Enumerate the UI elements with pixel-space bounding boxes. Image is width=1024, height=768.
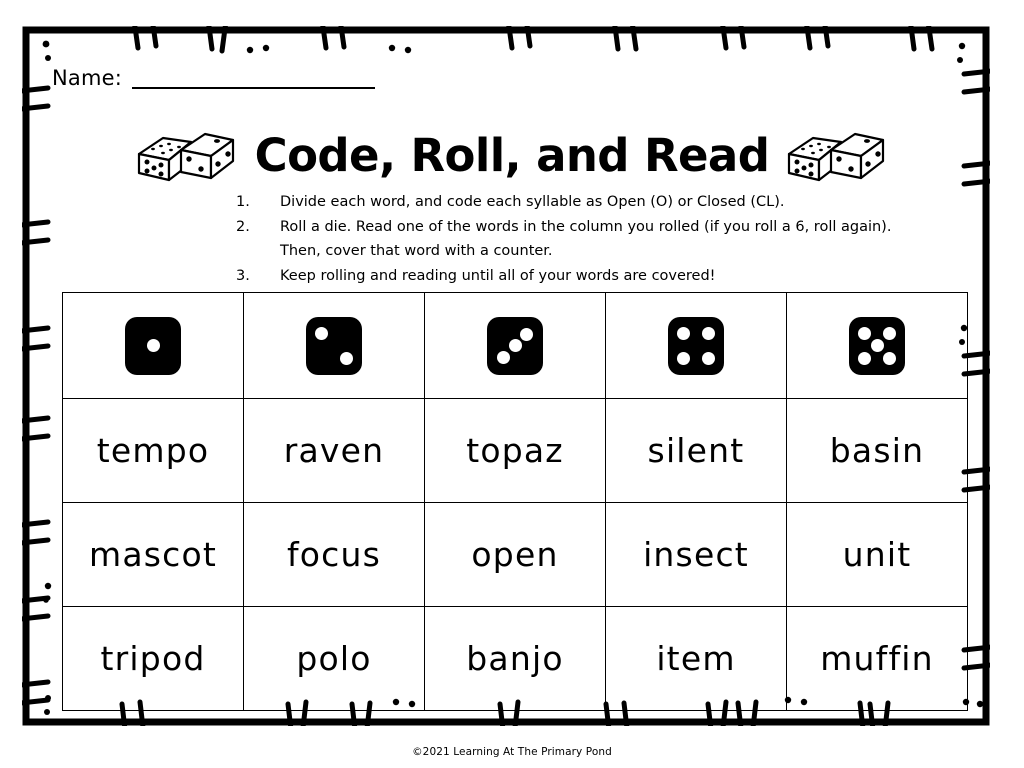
word-cell[interactable]: insect [605, 502, 787, 607]
pip [497, 350, 510, 364]
word-cell[interactable]: tempo [62, 398, 244, 503]
word-row: tripod polo banjo item muffin [62, 606, 968, 711]
word-cell[interactable]: polo [243, 606, 425, 711]
word-cell[interactable]: raven [243, 398, 425, 503]
word-cell[interactable]: unit [786, 502, 968, 607]
pip [508, 339, 522, 352]
die-showing-five-icon [849, 316, 905, 375]
pip [883, 351, 896, 365]
pip [677, 351, 690, 365]
instructions-list: 1. Divide each word, and code each sylla… [196, 191, 936, 291]
instruction-number: 2. [236, 219, 250, 236]
name-label: Name: [52, 66, 123, 90]
instruction-item: 1. Divide each word, and code each sylla… [236, 191, 936, 214]
word-row: tempo raven topaz silent basin [62, 398, 968, 503]
word-grid: tempo raven topaz silent basin mascot fo… [62, 292, 968, 711]
word-cell[interactable]: silent [605, 398, 787, 503]
dice-header-cell-5 [786, 292, 968, 399]
pip [146, 339, 160, 352]
pip [520, 327, 533, 341]
die-showing-one-icon [125, 316, 181, 375]
pip [702, 326, 715, 340]
pip [870, 339, 884, 352]
instruction-text: Roll a die. Read one of the words in the… [280, 219, 892, 259]
word-cell[interactable]: banjo [424, 606, 606, 711]
instruction-item: 2. Roll a die. Read one of the words in … [236, 216, 936, 263]
pip [858, 326, 871, 340]
pip [858, 351, 871, 365]
dice-header-row [62, 292, 968, 399]
pip [702, 351, 715, 365]
pip [340, 351, 353, 365]
dice-header-cell-4 [605, 292, 787, 399]
instruction-text: Keep rolling and reading until all of yo… [280, 268, 716, 285]
die-showing-three-icon [487, 316, 543, 375]
name-input-blank[interactable] [132, 68, 376, 89]
pip [677, 326, 690, 340]
instruction-number: 1. [236, 194, 250, 210]
word-row: mascot focus open insect unit [62, 502, 968, 607]
word-cell[interactable]: focus [243, 502, 425, 607]
word-cell[interactable]: mascot [62, 502, 244, 607]
dice-header-cell-2 [243, 292, 425, 399]
page-title: Code, Roll, and Read [254, 129, 770, 183]
dice-clipart-left [133, 128, 241, 184]
dice-header-cell-3 [424, 292, 606, 399]
instruction-text: Divide each word, and code each syllable… [280, 194, 785, 210]
copyright-credit: ©2021 Learning At The Primary Pond [412, 746, 612, 758]
word-cell[interactable]: tripod [62, 606, 244, 711]
word-cell[interactable]: topaz [424, 398, 606, 503]
word-cell[interactable]: basin [786, 398, 968, 503]
dice-header-cell-1 [62, 292, 244, 399]
dice-clipart-right [783, 128, 891, 184]
name-field-row: Name: [52, 66, 376, 90]
instruction-number: 3. [236, 268, 250, 285]
pip [883, 326, 896, 340]
word-cell[interactable]: open [424, 502, 606, 607]
instruction-item: 3. Keep rolling and reading until all of… [236, 265, 936, 288]
word-cell[interactable]: muffin [786, 606, 968, 711]
die-showing-two-icon [306, 316, 362, 375]
die-showing-four-icon [668, 316, 724, 375]
pip [315, 326, 328, 340]
word-cell[interactable]: item [605, 606, 787, 711]
